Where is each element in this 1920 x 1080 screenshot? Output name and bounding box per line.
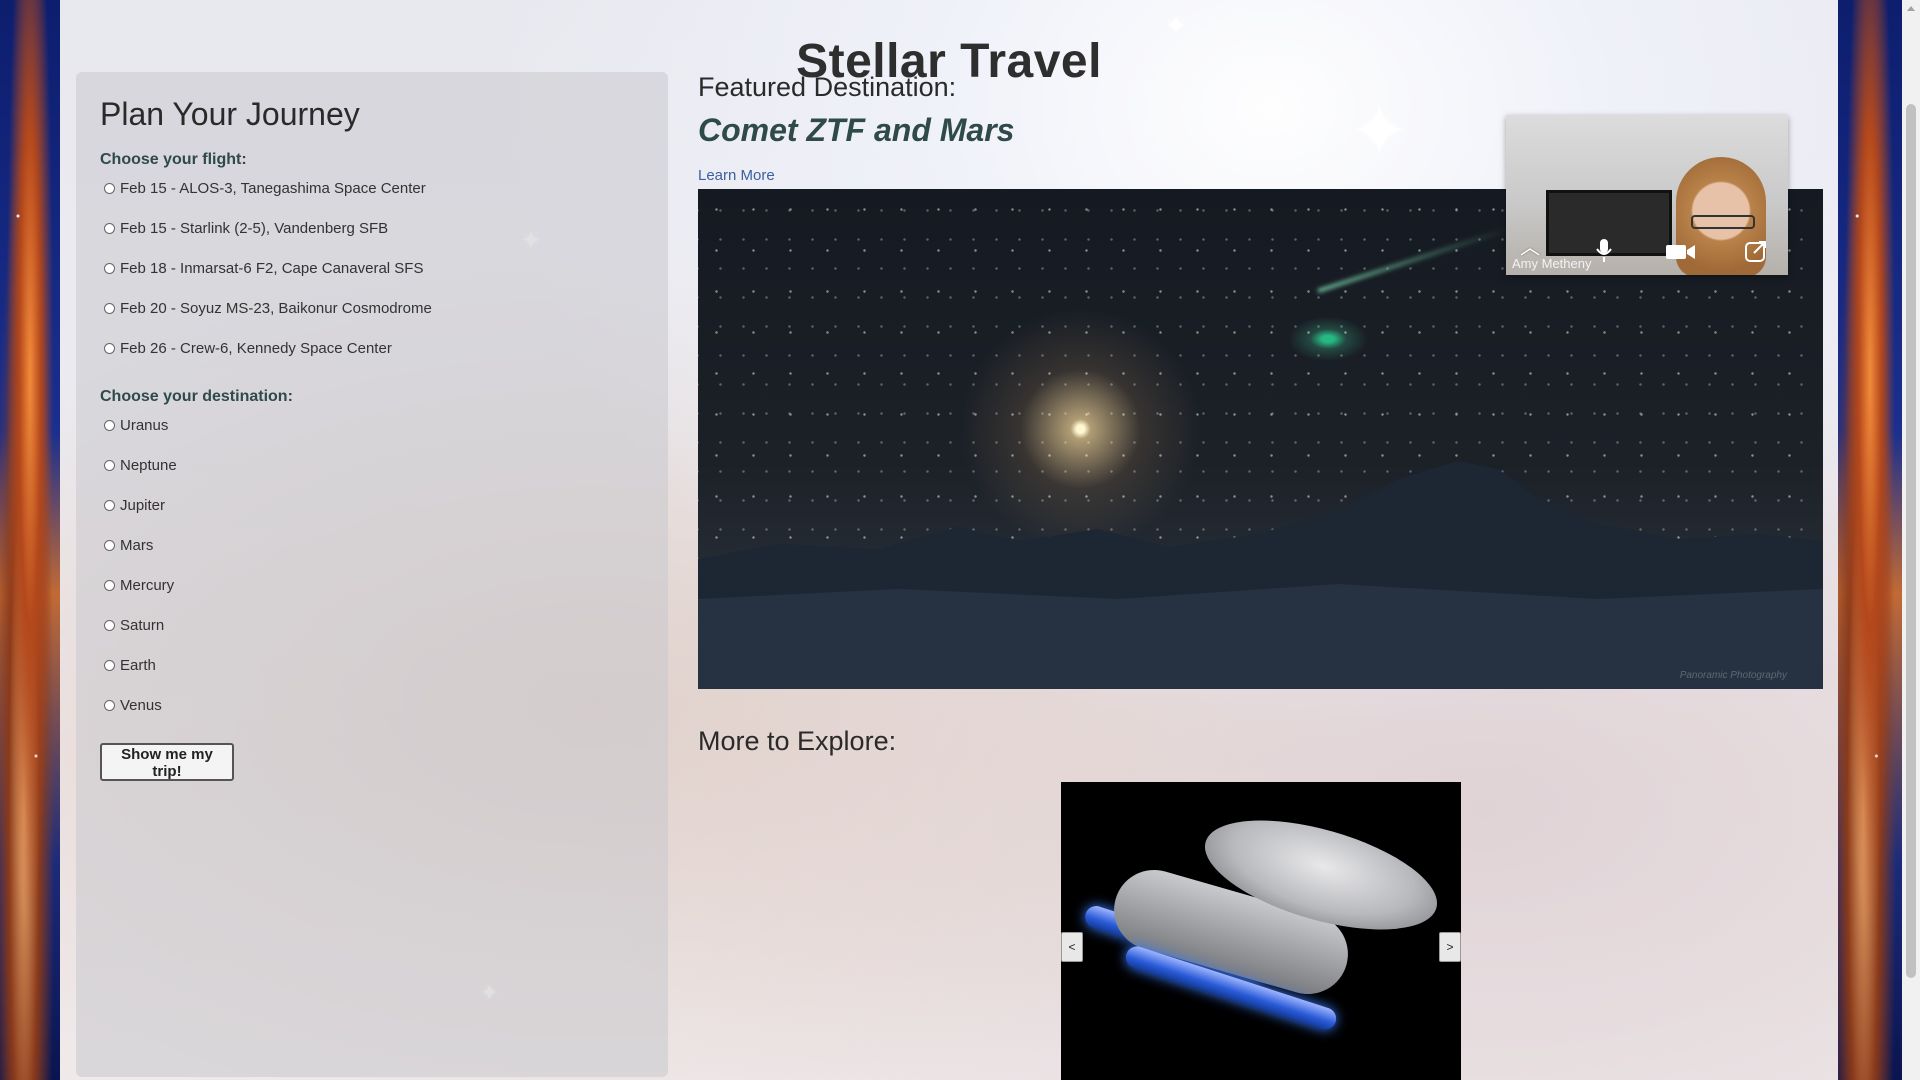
space-background-left xyxy=(0,0,60,1080)
destination-option[interactable]: Venus xyxy=(104,695,162,715)
destination-option[interactable]: Mercury xyxy=(104,575,174,595)
flight-option[interactable]: Feb 20 - Soyuz MS-23, Baikonur Cosmodrom… xyxy=(104,298,432,318)
image-credit: Panoramic Photography xyxy=(1679,670,1787,681)
scroll-thumb[interactable] xyxy=(1906,104,1916,978)
featured-destination-name: Comet ZTF and Mars xyxy=(698,112,1015,148)
destination-option[interactable]: Saturn xyxy=(104,615,164,635)
video-call-tile[interactable]: ︿ Amy Metheny xyxy=(1506,115,1788,275)
video-camera-icon[interactable] xyxy=(1666,243,1696,261)
featured-heading: Featured Destination: xyxy=(698,72,957,102)
mountain-silhouette xyxy=(698,461,1823,689)
flight-group-label: Choose your flight: xyxy=(100,151,247,168)
radio-button[interactable] xyxy=(104,499,115,511)
radio-button[interactable] xyxy=(104,419,115,431)
show-trip-button[interactable]: Show me my trip! xyxy=(100,743,234,781)
page-scrollbar[interactable] xyxy=(1902,0,1920,1080)
destination-option[interactable]: Mars xyxy=(104,535,153,555)
carousel-prev-button[interactable]: < xyxy=(1061,932,1083,962)
radio-button[interactable] xyxy=(104,659,115,671)
participant-name: Amy Metheny xyxy=(1512,256,1592,271)
radio-button[interactable] xyxy=(104,342,115,354)
space-background-right xyxy=(1838,0,1902,1080)
radio-button[interactable] xyxy=(104,182,115,194)
radio-button[interactable] xyxy=(104,619,115,631)
sparkle-icon: ✦ xyxy=(1350,92,1409,170)
journey-planner-panel: Plan Your Journey Choose your flight: Fe… xyxy=(76,72,668,1077)
participant-glasses xyxy=(1691,215,1755,229)
flight-option[interactable]: Feb 15 - Starlink (2-5), Vandenberg SFB xyxy=(104,218,388,238)
share-screen-icon[interactable] xyxy=(1744,239,1768,263)
radio-button[interactable] xyxy=(104,459,115,471)
radio-button[interactable] xyxy=(104,222,115,234)
radio-button[interactable] xyxy=(104,302,115,314)
flight-option[interactable]: Feb 26 - Crew-6, Kennedy Space Center xyxy=(104,338,392,358)
planner-heading: Plan Your Journey xyxy=(100,96,360,132)
destination-option[interactable]: Uranus xyxy=(104,415,168,435)
flight-option[interactable]: Feb 18 - Inmarsat-6 F2, Cape Canaveral S… xyxy=(104,258,423,278)
carousel-next-button[interactable]: > xyxy=(1439,932,1461,962)
microphone-icon[interactable] xyxy=(1596,239,1612,263)
page-content: ✦ ✦ ✦ ✦ Stellar Travel Plan Your Journey… xyxy=(60,0,1838,1080)
explore-carousel[interactable]: < > xyxy=(1061,782,1461,1080)
destination-group-label: Choose your destination: xyxy=(100,388,293,405)
flight-option[interactable]: Feb 15 - ALOS-3, Tanegashima Space Cente… xyxy=(104,178,426,198)
explore-heading: More to Explore: xyxy=(698,726,897,756)
radio-button[interactable] xyxy=(104,699,115,711)
destination-option[interactable]: Earth xyxy=(104,655,156,675)
radio-button[interactable] xyxy=(104,579,115,591)
destination-option[interactable]: Jupiter xyxy=(104,495,165,515)
radio-button[interactable] xyxy=(104,539,115,551)
learn-more-link[interactable]: Learn More xyxy=(698,167,775,184)
destination-option[interactable]: Neptune xyxy=(104,455,177,475)
scroll-up-arrow-icon[interactable] xyxy=(1907,6,1915,11)
radio-button[interactable] xyxy=(104,262,115,274)
